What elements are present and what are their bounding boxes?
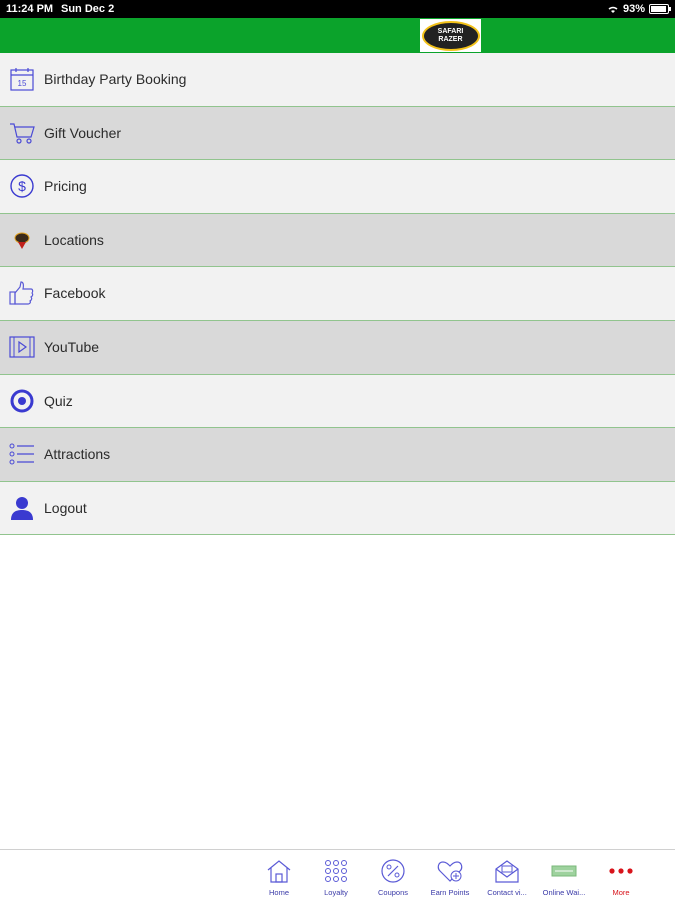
- menu-item-quiz[interactable]: Quiz: [0, 374, 675, 429]
- menu-item-label: Quiz: [44, 392, 73, 409]
- bottom-tab-bar: Home Loyalty Coupons Earn Points Contact…: [0, 849, 675, 900]
- menu-item-facebook[interactable]: Facebook: [0, 267, 675, 321]
- thumbs-up-icon: [9, 281, 34, 305]
- menu-item-locations[interactable]: Locations: [0, 213, 675, 268]
- tab-more[interactable]: More: [592, 856, 650, 898]
- app-logo: SAFARI RAZER: [420, 19, 481, 52]
- menu-item-label: Attractions: [44, 446, 111, 463]
- more-dots-icon: [609, 868, 633, 874]
- menu-item-label: Facebook: [44, 285, 106, 302]
- envelope-icon: [495, 860, 519, 883]
- ticket-icon: [551, 865, 577, 877]
- tab-earn-points[interactable]: Earn Points: [421, 856, 479, 898]
- app-header: SAFARI RAZER: [0, 18, 675, 53]
- video-icon: [9, 336, 35, 358]
- tab-label: Coupons: [377, 888, 409, 897]
- menu-item-label: Locations: [44, 231, 104, 248]
- logo-text-line2: RAZER: [438, 35, 463, 43]
- tab-online-waiver[interactable]: Online Wai...: [535, 856, 593, 898]
- svg-text:$: $: [18, 178, 26, 194]
- menu-item-birthday-party-booking[interactable]: 15 Birthday Party Booking: [0, 53, 675, 107]
- grid-icon: [325, 860, 347, 882]
- menu-item-attractions[interactable]: Attractions: [0, 428, 675, 482]
- cart-icon: [10, 122, 35, 144]
- battery-percent: 93%: [622, 3, 645, 15]
- tab-label: Home: [268, 888, 289, 897]
- tab-label: Online Wai...: [542, 888, 586, 897]
- tab-loyalty[interactable]: Loyalty: [307, 856, 365, 898]
- menu-item-label: Logout: [44, 499, 87, 516]
- home-icon: [267, 860, 291, 883]
- tab-label: Earn Points: [430, 888, 470, 897]
- status-date: Sun Dec 2: [61, 3, 115, 15]
- target-icon: [10, 389, 34, 413]
- battery-fill: [651, 6, 666, 12]
- list-icon: [9, 443, 34, 465]
- tab-label: Loyalty: [324, 888, 348, 897]
- menu-item-label: Pricing: [44, 178, 87, 195]
- menu-item-pricing[interactable]: $ Pricing: [0, 160, 675, 214]
- tab-home[interactable]: Home: [250, 856, 308, 898]
- menu-item-youtube[interactable]: YouTube: [0, 320, 675, 375]
- status-indicators: 93%: [607, 3, 671, 15]
- menu-item-label: Birthday Party Booking: [44, 71, 187, 87]
- tab-label: More: [612, 888, 630, 897]
- heart-plus-icon: [437, 861, 463, 882]
- logo-badge: SAFARI RAZER: [421, 20, 480, 51]
- location-pin-icon: [14, 232, 30, 249]
- menu-item-gift-voucher[interactable]: Gift Voucher: [0, 106, 675, 161]
- menu-item-label: YouTube: [44, 338, 100, 355]
- wifi-icon: [608, 6, 618, 13]
- percent-icon: [381, 859, 405, 883]
- tab-contact[interactable]: Contact vi...: [478, 856, 536, 898]
- tab-label: Contact vi...: [487, 888, 527, 897]
- status-time: 11:24 PM: [6, 3, 54, 15]
- svg-text:15: 15: [18, 79, 27, 88]
- battery-icon: [649, 4, 671, 14]
- logo-text-line1: SAFARI: [437, 27, 464, 35]
- status-bar: 11:24 PM Sun Dec 2 93%: [0, 0, 675, 18]
- user-icon: [11, 496, 33, 520]
- dollar-icon: $: [10, 174, 34, 198]
- tab-coupons[interactable]: Coupons: [364, 856, 422, 898]
- menu-item-label: Gift Voucher: [44, 124, 122, 141]
- menu-item-logout[interactable]: Logout: [0, 481, 675, 536]
- menu-list: 15 Birthday Party Booking Gift Voucher $…: [0, 53, 675, 536]
- calendar-icon: 15: [10, 68, 34, 91]
